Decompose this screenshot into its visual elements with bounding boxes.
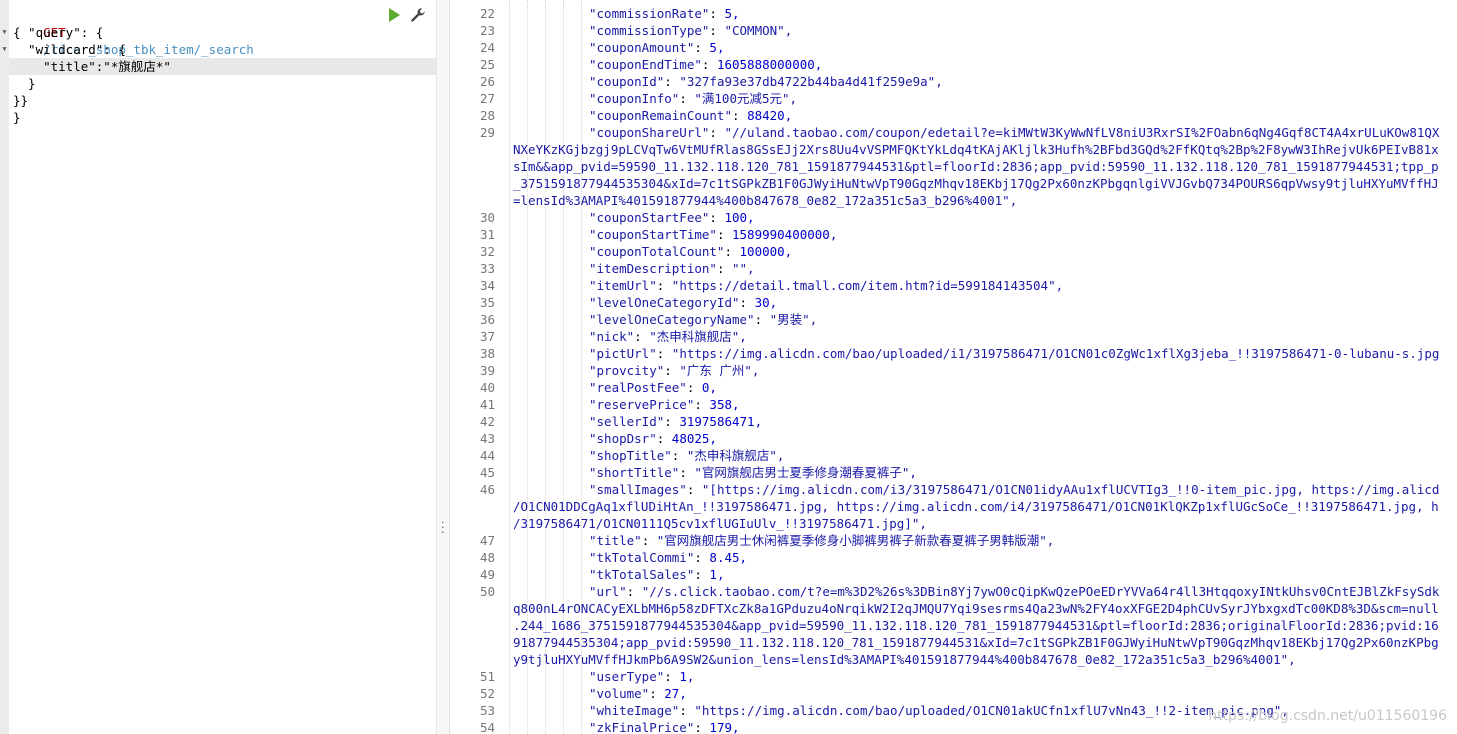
json-line[interactable]: "zkFinalPrice": 179, bbox=[589, 719, 740, 734]
json-line[interactable]: "itemDescription": "", bbox=[589, 260, 755, 277]
json-line[interactable]: "shortTitle": "官网旗舰店男士夏季修身潮春夏裤子", bbox=[589, 464, 917, 481]
json-line-wrap[interactable]: sIm&&app_pvid=59590_11.132.118.120_781_1… bbox=[513, 158, 1439, 175]
line-number: 30 bbox=[479, 210, 495, 225]
request-gutter bbox=[0, 0, 9, 734]
line-number: 23 bbox=[479, 23, 495, 38]
request-body-line[interactable]: }} bbox=[13, 92, 28, 109]
line-number: 38 bbox=[479, 346, 495, 361]
json-line[interactable]: "url": "//s.click.taobao.com/t?e=m%3D2%2… bbox=[589, 583, 1439, 600]
json-line[interactable]: "couponEndTime": 1605888000000, bbox=[589, 56, 822, 73]
json-line[interactable]: "title": "官网旗舰店男士休闲裤夏季修身小脚裤男裤子新款春夏裤子男韩版潮… bbox=[589, 532, 1054, 549]
line-number: 50 bbox=[479, 584, 495, 599]
line-number: 44 bbox=[479, 448, 495, 463]
json-line[interactable]: "sellerId": 3197586471, bbox=[589, 413, 762, 430]
line-number: 53 bbox=[479, 703, 495, 718]
watermark: https://blog.csdn.net/u011560196 bbox=[1208, 708, 1447, 724]
pane-resize-handle[interactable]: · · · bbox=[436, 0, 450, 734]
line-number: 25 bbox=[479, 57, 495, 72]
line-number: 45 bbox=[479, 465, 495, 480]
json-line[interactable]: "levelOneCategoryName": "男装", bbox=[589, 311, 817, 328]
line-number: 26 bbox=[479, 74, 495, 89]
line-number: 42 bbox=[479, 414, 495, 429]
line-number: 36 bbox=[479, 312, 495, 327]
json-line[interactable]: "commissionType": "COMMON", bbox=[589, 22, 792, 39]
json-line-wrap[interactable]: _3751591877944535304&xId=7c1tSGPkZB1F0GJ… bbox=[513, 175, 1439, 192]
request-body-line[interactable]: "wildcard": { bbox=[13, 41, 126, 58]
json-line[interactable]: "itemUrl": "https://detail.tmall.com/ite… bbox=[589, 277, 1063, 294]
line-number: 39 bbox=[479, 363, 495, 378]
request-line[interactable]: GET /ricer_shop_tbk_item/_search bbox=[13, 7, 254, 57]
json-line[interactable]: "provcity": "广东 广州", bbox=[589, 362, 759, 379]
json-line[interactable]: "userType": 1, bbox=[589, 668, 694, 685]
line-number: 22 bbox=[479, 6, 495, 21]
fold-arrow-icon[interactable]: ▼ bbox=[0, 24, 9, 41]
line-number: 48 bbox=[479, 550, 495, 565]
request-actions bbox=[385, 6, 431, 26]
line-number: 29 bbox=[479, 125, 495, 140]
json-line[interactable]: "shopTitle": "杰申科旗舰店", bbox=[589, 447, 784, 464]
wrench-icon[interactable] bbox=[409, 6, 429, 26]
json-line-wrap[interactable]: q800nL4rONCACyEXLbMH6p58zDFTXcZk8a1GPduz… bbox=[513, 600, 1439, 617]
json-line[interactable]: "smallImages": "[https://img.alicdn.com/… bbox=[589, 481, 1439, 498]
json-line-wrap[interactable]: /O1CN01DDCgAq1xflUDiHtAn_!!3197586471.jp… bbox=[513, 498, 1439, 515]
fold-arrow-icon[interactable]: ▼ bbox=[0, 41, 9, 58]
json-line[interactable]: "couponAmount": 5, bbox=[589, 39, 724, 56]
line-number: 34 bbox=[479, 278, 495, 293]
json-line[interactable]: "couponRemainCount": 88420, bbox=[589, 107, 792, 124]
json-line[interactable]: "volume": 27, bbox=[589, 685, 687, 702]
request-body-line[interactable]: "title":"*旗舰店*" bbox=[13, 58, 171, 75]
json-line-wrap[interactable]: =lensId%3AMAPI%401591877944%400b847678_0… bbox=[513, 192, 1017, 209]
line-number: 49 bbox=[479, 567, 495, 582]
json-line[interactable]: "realPostFee": 0, bbox=[589, 379, 717, 396]
response-viewer[interactable]: 22 "commissionRate": 5, 23 "commissionType"… bbox=[451, 0, 1457, 734]
line-number: 24 bbox=[479, 40, 495, 55]
json-line[interactable]: "couponStartTime": 1589990400000, bbox=[589, 226, 837, 243]
request-body-line[interactable]: { "query": { bbox=[13, 24, 103, 41]
line-number: 41 bbox=[479, 397, 495, 412]
line-number: 33 bbox=[479, 261, 495, 276]
line-number: 46 bbox=[479, 482, 495, 497]
vertical-dots-icon: · · · bbox=[441, 516, 445, 539]
line-number: 32 bbox=[479, 244, 495, 259]
json-line[interactable]: "couponShareUrl": "//uland.taobao.com/co… bbox=[589, 124, 1439, 141]
json-line[interactable]: "reservePrice": 358, bbox=[589, 396, 740, 413]
json-line[interactable]: "couponId": "327fa93e37db4722b44ba4d41f2… bbox=[589, 73, 943, 90]
line-number: 37 bbox=[479, 329, 495, 344]
play-icon[interactable] bbox=[385, 6, 405, 26]
json-line-wrap[interactable]: y9tjluHXYuMVffHJkmPb6A9SW2&union_lens=le… bbox=[513, 651, 1296, 668]
line-number: 52 bbox=[479, 686, 495, 701]
line-number: 40 bbox=[479, 380, 495, 395]
line-number: 43 bbox=[479, 431, 495, 446]
json-line[interactable]: "nick": "杰申科旗舰店", bbox=[589, 328, 747, 345]
json-line[interactable]: "couponInfo": "满100元减5元", bbox=[589, 90, 797, 107]
line-number: 47 bbox=[479, 533, 495, 548]
line-number: 51 bbox=[479, 669, 495, 684]
json-line[interactable]: "commissionRate": 5, bbox=[589, 5, 740, 22]
json-line[interactable]: "whiteImage": "https://img.alicdn.com/ba… bbox=[589, 702, 1289, 719]
request-body-line[interactable]: } bbox=[13, 75, 36, 92]
json-line-wrap[interactable]: .244_1686_3751591877944535304&app_pvid=5… bbox=[513, 617, 1439, 634]
json-line-wrap[interactable]: NXeYKzKGjbzgj9pLCVqTw6VtMUfRlas8GSsEJj2X… bbox=[513, 141, 1439, 158]
line-number: 35 bbox=[479, 295, 495, 310]
json-line[interactable]: "couponTotalCount": 100000, bbox=[589, 243, 792, 260]
json-line[interactable]: "shopDsr": 48025, bbox=[589, 430, 717, 447]
json-line[interactable]: "couponStartFee": 100, bbox=[589, 209, 755, 226]
line-number: 54 bbox=[479, 720, 495, 734]
request-body-line[interactable]: } bbox=[13, 109, 21, 126]
json-line-wrap[interactable]: 91877944535304;app_pvid:59590_11.132.118… bbox=[513, 634, 1439, 651]
indent-guide bbox=[509, 0, 510, 734]
json-line[interactable]: "tkTotalCommi": 8.45, bbox=[589, 549, 747, 566]
line-number: 28 bbox=[479, 108, 495, 123]
json-line[interactable]: "levelOneCategoryId": 30, bbox=[589, 294, 777, 311]
request-editor[interactable]: GET /ricer_shop_tbk_item/_search ▼ ▼ { "… bbox=[0, 0, 436, 734]
json-line[interactable]: "pictUrl": "https://img.alicdn.com/bao/u… bbox=[589, 345, 1439, 362]
line-number: 31 bbox=[479, 227, 495, 242]
json-line-wrap[interactable]: /3197586471/O1CN0111Q5cv1xflUGIuUlv_!!31… bbox=[513, 515, 927, 532]
json-line[interactable]: "tkTotalSales": 1, bbox=[589, 566, 724, 583]
line-number: 27 bbox=[479, 91, 495, 106]
